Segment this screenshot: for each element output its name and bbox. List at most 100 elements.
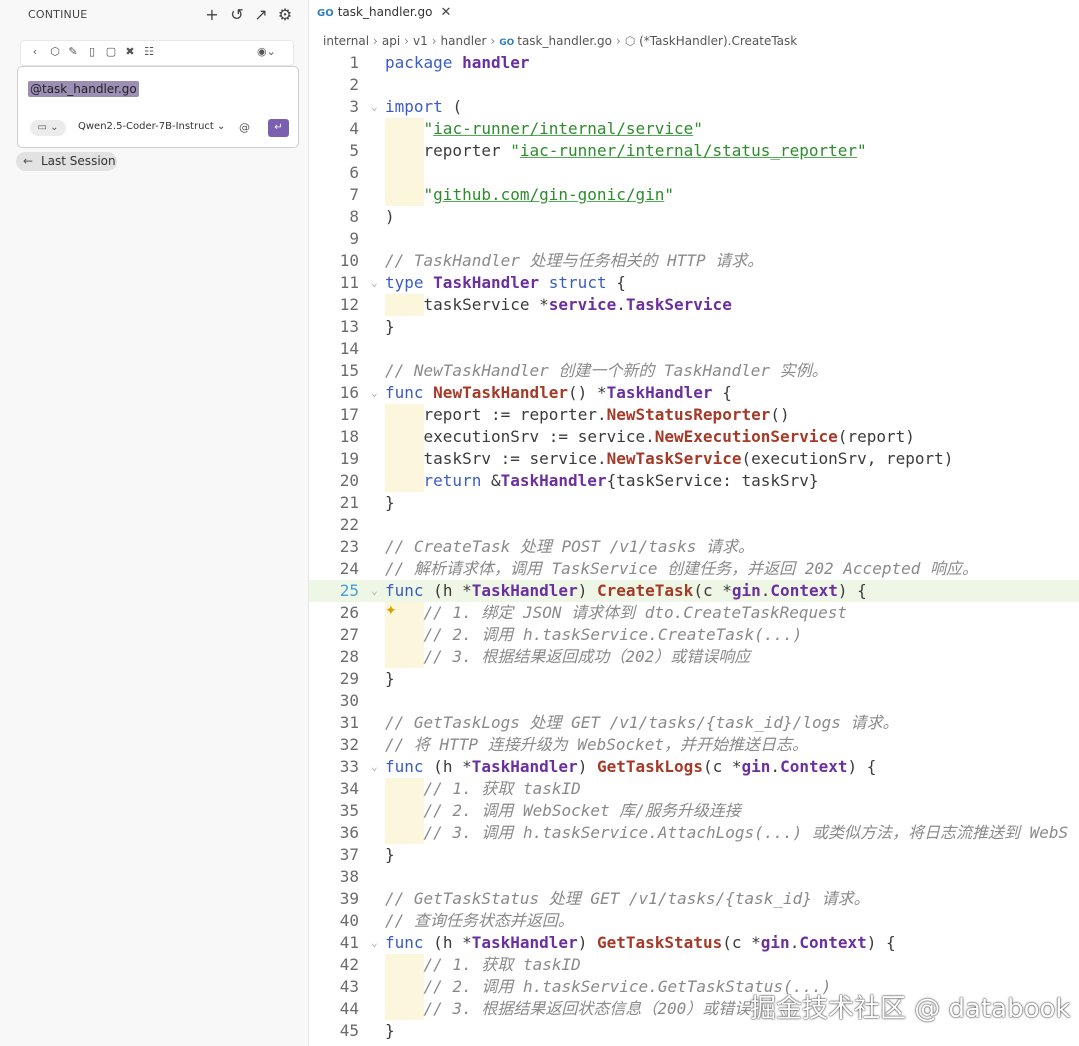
line-number: 28 (339, 647, 359, 666)
sidebar-title: CONTINUE (28, 8, 88, 21)
code-line[interactable]: 33 ⌄ func (h *TaskHandler) GetTaskLogs(c *… (309, 756, 1079, 778)
code-line[interactable]: 18 executionSrv := service.NewExecutionS… (309, 426, 1079, 448)
code-line[interactable]: 1 package handler (309, 52, 1079, 74)
gear-icon[interactable]: ⚙ (275, 5, 295, 25)
code-line[interactable]: 20 return &TaskHandler{taskService: task… (309, 470, 1079, 492)
breadcrumb-item[interactable]: v1 (413, 34, 428, 48)
code-line[interactable]: 8) (309, 206, 1079, 228)
go-file-icon: GO (499, 38, 515, 48)
line-number: 14 (339, 339, 359, 358)
book-icon[interactable]: ▯ (84, 44, 100, 60)
code-line[interactable]: 14 (309, 338, 1079, 360)
pencil-icon[interactable]: ✎ (65, 44, 81, 60)
code-line[interactable]: 44 // 3. 根据结果返回状态信息（200）或错误 (309, 998, 1079, 1020)
line-number: 17 (339, 405, 359, 424)
code-line[interactable]: 42 // 1. 获取 taskID (309, 954, 1079, 976)
code-line[interactable]: 39 // GetTaskStatus 处理 GET /v1/tasks/{tas… (309, 888, 1079, 910)
code-line[interactable]: 36 // 3. 调用 h.taskService.AttachLogs(...… (309, 822, 1079, 844)
code-line[interactable]: 31 // GetTaskLogs 处理 GET /v1/tasks/{task_… (309, 712, 1079, 734)
code-line[interactable]: 5 reporter "iac-runner/internal/status_r… (309, 140, 1079, 162)
open-external-icon[interactable]: ↗ (251, 5, 271, 25)
at-mention-button[interactable]: @ (239, 121, 250, 134)
line-number: 9 (349, 229, 359, 248)
mode-selector[interactable]: ▭ ⌄ (30, 120, 66, 136)
last-session-button[interactable]: ← Last Session (16, 152, 117, 171)
code-line[interactable]: 45} (309, 1020, 1079, 1042)
code-line[interactable]: 7 "github.com/gin-gonic/gin" (309, 184, 1079, 206)
line-number: 5 (349, 141, 359, 160)
code-line[interactable]: 29} (309, 668, 1079, 690)
cube-icon[interactable]: ⬡ (47, 44, 63, 60)
back-icon[interactable]: ‹ (27, 44, 43, 60)
code-line[interactable]: 38 (309, 866, 1079, 888)
code-line[interactable]: 26 // 1. 绑定 JSON 请求体到 dto.CreateTaskRequ… (309, 602, 1079, 624)
code-line[interactable]: 12 taskService *service.TaskService (309, 294, 1079, 316)
code-line[interactable]: 30 (309, 690, 1079, 712)
breadcrumb-item[interactable]: (*TaskHandler).CreateTask (639, 34, 797, 48)
code-text: ) (385, 207, 395, 226)
code-line[interactable]: 40 // 查询任务状态并返回。 (309, 910, 1079, 932)
code-line[interactable]: 23 // CreateTask 处理 POST /v1/tasks 请求。 (309, 536, 1079, 558)
code-line[interactable]: 35 // 2. 调用 WebSocket 库/服务升级连接 (309, 800, 1079, 822)
grid-icon[interactable]: ☷ (141, 44, 157, 60)
line-number: 12 (339, 295, 359, 314)
arrow-left-icon: ← (23, 154, 34, 168)
code-line[interactable]: 32 // 将 HTTP 连接升级为 WebSocket，并开始推送日志。 (309, 734, 1079, 756)
code-line[interactable]: 10 // TaskHandler 处理与任务相关的 HTTP 请求。 (309, 250, 1079, 272)
code-line[interactable]: 27 // 2. 调用 h.taskService.CreateTask(...… (309, 624, 1079, 646)
fold-chevron-icon[interactable]: ⌄ (371, 382, 378, 404)
breadcrumb-item[interactable]: task_handler.go (517, 34, 612, 48)
code-line[interactable]: 19 taskSrv := service.NewTaskService(exe… (309, 448, 1079, 470)
tab-task-handler[interactable]: GO task_handler.go ✕ (317, 5, 451, 25)
line-number: 36 (339, 823, 359, 842)
line-number: 33 (339, 757, 359, 776)
line-number: 21 (339, 493, 359, 512)
chat-input[interactable]: @task_handler.go ▭ ⌄ Qwen2.5-Coder-7B-In… (17, 66, 299, 148)
fold-chevron-icon[interactable]: ⌄ (371, 96, 378, 118)
breadcrumb-item[interactable]: handler (441, 34, 487, 48)
line-number: 39 (339, 889, 359, 908)
code-text: "iac-runner/internal/service" (423, 119, 703, 138)
code-line[interactable]: 17 report := reporter.NewStatusReporter(… (309, 404, 1079, 426)
code-line[interactable]: 41 ⌄ func (h *TaskHandler) GetTaskStatus(c… (309, 932, 1079, 954)
code-text: // 3. 根据结果返回成功（202）或错误响应 (423, 647, 751, 666)
line-number: 27 (339, 625, 359, 644)
code-line[interactable]: 28 // 3. 根据结果返回成功（202）或错误响应 (309, 646, 1079, 668)
code-line[interactable]: 3 ⌄ import ( (309, 96, 1079, 118)
settings-dropdown-icon[interactable]: ◉⌄ (257, 44, 276, 60)
code-line[interactable]: 4 "iac-runner/internal/service" (309, 118, 1079, 140)
code-line[interactable]: 37} (309, 844, 1079, 866)
line-number: 38 (339, 867, 359, 886)
code-line[interactable]: 34 // 1. 获取 taskID (309, 778, 1079, 800)
code-line[interactable]: 21} (309, 492, 1079, 514)
code-line[interactable]: 15 // NewTaskHandler 创建一个新的 TaskHandler 实… (309, 360, 1079, 382)
model-selector[interactable]: Qwen2.5-Coder-7B-Instruct ⌄ (78, 121, 225, 132)
tools-icon[interactable]: ✖ (122, 44, 138, 60)
chat-icon[interactable]: ▢ (103, 44, 119, 60)
code-line[interactable]: 2 (309, 74, 1079, 96)
code-line[interactable]: 11 ⌄ type TaskHandler struct { (309, 272, 1079, 294)
fold-chevron-icon[interactable]: ⌄ (371, 580, 378, 602)
fold-chevron-icon[interactable]: ⌄ (371, 756, 378, 778)
code-line[interactable]: 43 // 2. 调用 h.taskService.GetTaskStatus(… (309, 976, 1079, 998)
code-text: // 3. 根据结果返回状态信息（200）或错误 (423, 999, 751, 1018)
code-line[interactable]: 6 (309, 162, 1079, 184)
code-line[interactable]: 24 // 解析请求体，调用 TaskService 创建任务，并返回 202 A… (309, 558, 1079, 580)
code-line[interactable]: 16 ⌄ func NewTaskHandler() *TaskHandler { (309, 382, 1079, 404)
fold-chevron-icon[interactable]: ⌄ (371, 272, 378, 294)
breadcrumb-item[interactable]: internal (323, 34, 369, 48)
code-line[interactable]: 13} (309, 316, 1079, 338)
code-line[interactable]: 9 (309, 228, 1079, 250)
fold-chevron-icon[interactable]: ⌄ (371, 932, 378, 954)
breadcrumb-item[interactable]: api (382, 34, 400, 48)
send-button[interactable]: ↵ (268, 119, 289, 137)
history-icon[interactable]: ↺ (227, 5, 247, 25)
code-text: } (385, 845, 395, 864)
last-session-label: Last Session (41, 154, 116, 168)
close-icon[interactable]: ✕ (440, 5, 451, 20)
plus-icon[interactable]: + (202, 5, 222, 25)
code-line[interactable]: 22 (309, 514, 1079, 536)
code-line[interactable]: 25 ⌄ func (h *TaskHandler) CreateTask(c *g… (309, 580, 1079, 602)
code-editor[interactable]: 1 package handler 2 3 ⌄ import (4 "iac-runner… (309, 52, 1079, 1046)
file-mention[interactable]: @task_handler.go (28, 81, 139, 97)
